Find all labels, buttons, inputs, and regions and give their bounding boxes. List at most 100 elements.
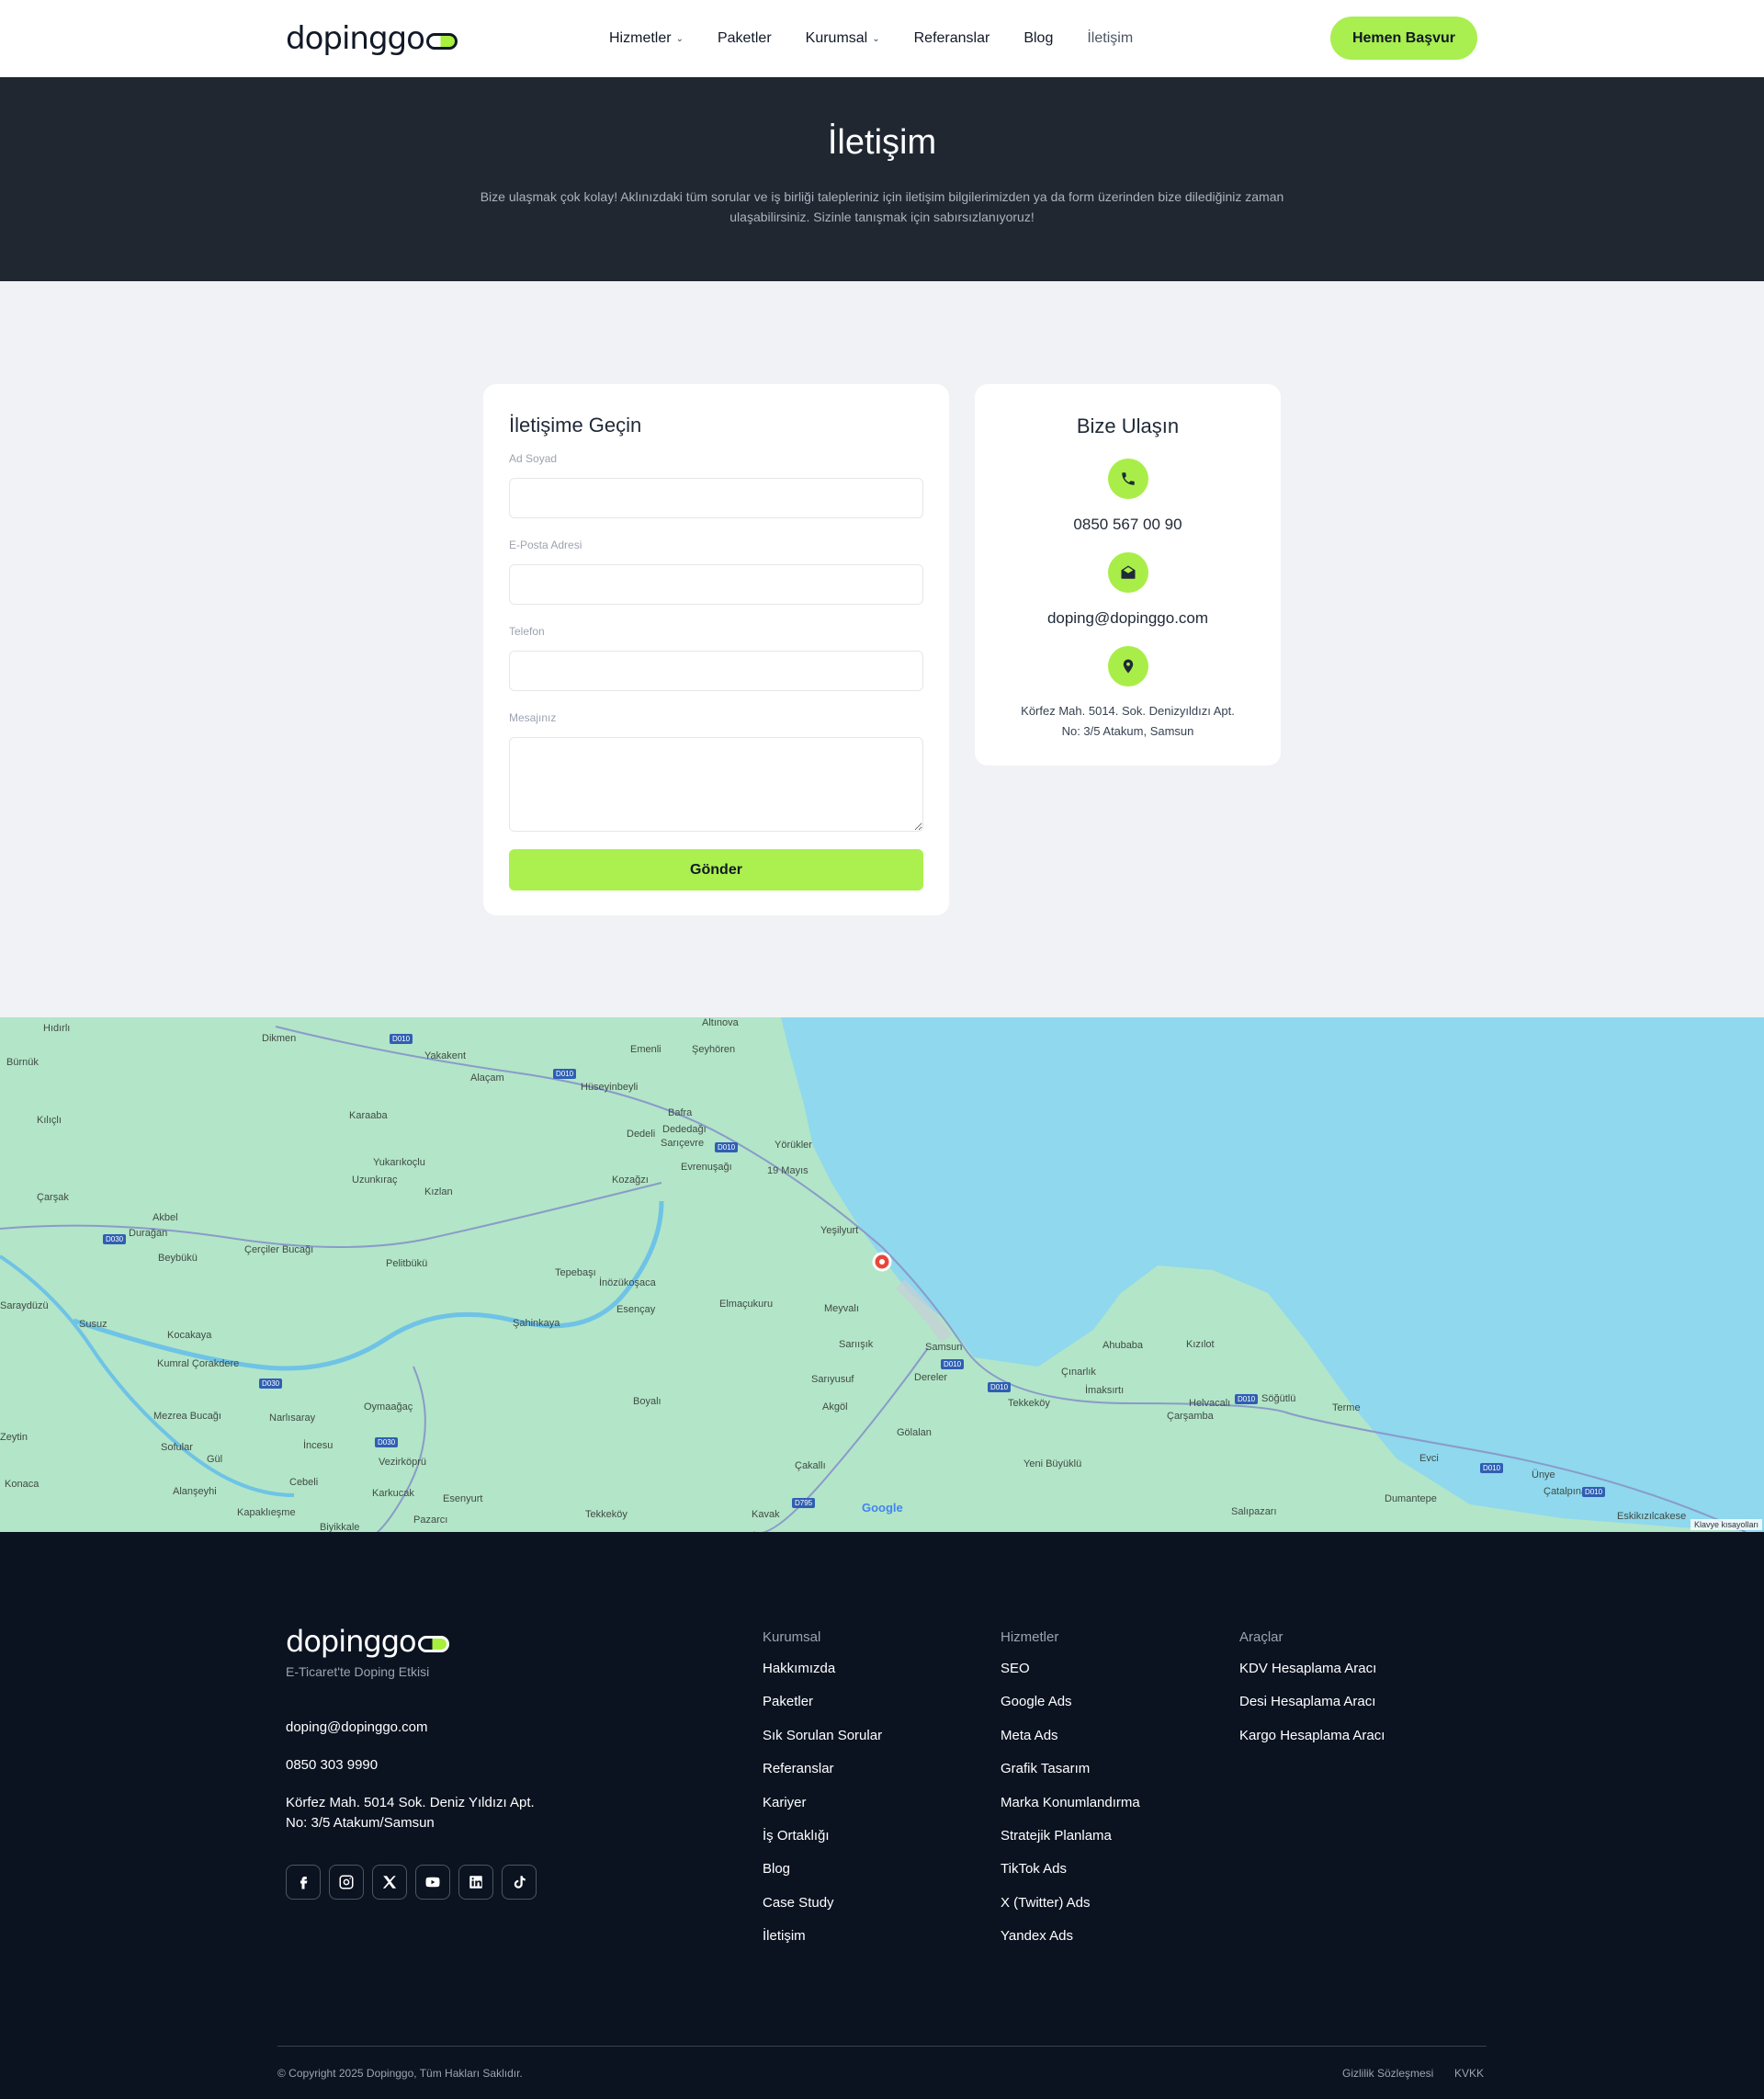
- footer-link[interactable]: Paketler: [763, 1694, 882, 1727]
- footer-link[interactable]: KDV Hesaplama Aracı: [1239, 1661, 1385, 1694]
- facebook-icon[interactable]: [286, 1865, 321, 1900]
- footer-link[interactable]: Kariyer: [763, 1795, 882, 1828]
- nav-label: Blog: [1023, 30, 1054, 46]
- map-label: Kızılot: [1186, 1339, 1215, 1350]
- phone-input[interactable]: [509, 651, 923, 691]
- form-title: İletişime Geçin: [509, 414, 642, 437]
- footer-link[interactable]: Case Study: [763, 1895, 882, 1928]
- nav-referanslar[interactable]: Referanslar: [914, 30, 990, 47]
- map-label: Bafra: [668, 1107, 693, 1118]
- linkedin-icon[interactable]: [458, 1865, 493, 1900]
- map-label: Zeytin: [0, 1432, 28, 1443]
- name-input[interactable]: [509, 478, 923, 518]
- map-label: Yörükler: [775, 1140, 812, 1151]
- map-label: Pazarcı: [413, 1515, 448, 1526]
- map-label: Yukarıkoçlu: [373, 1157, 425, 1168]
- footer-link[interactable]: Yandex Ads: [1001, 1928, 1140, 1961]
- tiktok-icon[interactable]: [502, 1865, 537, 1900]
- footer-link[interactable]: Hakkımızda: [763, 1661, 882, 1694]
- footer-email[interactable]: doping@dopinggo.com: [286, 1717, 428, 1738]
- footer-link[interactable]: Grafik Tasarım: [1001, 1761, 1140, 1794]
- map-label: Alanşeyhi: [173, 1486, 217, 1497]
- map-label: Gül: [207, 1454, 223, 1465]
- footer-link[interactable]: Marka Konumlandırma: [1001, 1795, 1140, 1828]
- footer-link[interactable]: Kargo Hesaplama Aracı: [1239, 1728, 1385, 1761]
- contact-address-line2: No: 3/5 Atakum, Samsun: [1061, 724, 1194, 738]
- map-label: Çakallı: [795, 1460, 826, 1471]
- footer-column-hizmetler: Hizmetler SEO Google Ads Meta Ads Grafik…: [1001, 1629, 1140, 1962]
- footer-link[interactable]: Stratejik Planlama: [1001, 1828, 1140, 1861]
- map-label: Hıdırlı: [43, 1023, 71, 1034]
- road-badge-d795: D795: [792, 1498, 816, 1508]
- road-badge-d030: D030: [103, 1234, 127, 1244]
- footer-link[interactable]: Meta Ads: [1001, 1728, 1140, 1761]
- contact-phone[interactable]: 0850 567 00 90: [975, 516, 1281, 534]
- youtube-icon[interactable]: [415, 1865, 450, 1900]
- instagram-icon[interactable]: [329, 1865, 364, 1900]
- map-label: Beybükü: [158, 1253, 198, 1264]
- nav-label: Hizmetler: [609, 30, 672, 46]
- contact-form-card: İletişime Geçin Ad Soyad E-Posta Adresi …: [483, 384, 949, 915]
- map-label: Yeşilyurt: [820, 1225, 859, 1236]
- submit-button[interactable]: Gönder: [509, 849, 923, 891]
- road-badge-d030: D030: [375, 1437, 399, 1447]
- footer-phone[interactable]: 0850 303 9990: [286, 1754, 378, 1776]
- footer-logo[interactable]: dopinggo: [286, 1624, 449, 1659]
- kvkk-link[interactable]: KVKK: [1454, 2067, 1484, 2080]
- footer-tagline: E-Ticaret'te Doping Etkisi: [286, 1664, 430, 1679]
- phone-icon: [1107, 459, 1148, 499]
- map-label: Kozağzı: [612, 1174, 649, 1186]
- road-badge-d010: D010: [988, 1382, 1012, 1392]
- map-label: Çerçiler Bucağı: [244, 1244, 314, 1255]
- map-label: Akbel: [153, 1212, 178, 1223]
- footer-divider: [277, 2046, 1487, 2047]
- nav-iletisim[interactable]: İletişim: [1087, 30, 1133, 47]
- map-label: Samsun: [925, 1342, 963, 1353]
- footer-link[interactable]: İş Ortaklığı: [763, 1828, 882, 1861]
- site-footer: dopinggo E-Ticaret'te Doping Etkisi dopi…: [0, 1532, 1764, 2099]
- google-logo: Google: [862, 1501, 903, 1515]
- footer-link[interactable]: TikTok Ads: [1001, 1861, 1140, 1894]
- footer-address-line2: No: 3/5 Atakum/Samsun: [286, 1815, 435, 1831]
- nav-hizmetler[interactable]: Hizmetler ⌄: [609, 30, 684, 47]
- map-label: Çarşamba: [1167, 1411, 1214, 1422]
- nav-label: Referanslar: [913, 30, 990, 46]
- privacy-link[interactable]: Gizlilik Sözleşmesi: [1342, 2067, 1433, 2080]
- contact-address-line1: Körfez Mah. 5014. Sok. Denizyıldızı Apt.: [1021, 704, 1235, 718]
- contact-email[interactable]: doping@dopinggo.com: [975, 609, 1281, 628]
- map-label: İnözükoşaca: [599, 1277, 656, 1288]
- location-map[interactable]: Altınova Dikmen Hıdırlı Yakakent Emenli …: [0, 1017, 1764, 1532]
- footer-link[interactable]: Referanslar: [763, 1761, 882, 1794]
- nav-paketler[interactable]: Paketler: [718, 30, 772, 47]
- apply-now-button[interactable]: Hemen Başvur: [1330, 17, 1477, 60]
- map-label: Yakakent: [424, 1050, 467, 1061]
- map-label: Susuz: [79, 1319, 107, 1330]
- envelope-icon: [1107, 552, 1148, 593]
- map-label: Ünye: [1532, 1469, 1555, 1481]
- footer-link[interactable]: Desi Hesaplama Aracı: [1239, 1694, 1385, 1727]
- footer-link[interactable]: Sık Sorulan Sorular: [763, 1728, 882, 1761]
- map-label: Boyalı: [633, 1396, 662, 1407]
- map-label: Şeyhören: [692, 1044, 736, 1055]
- footer-link[interactable]: Blog: [763, 1861, 882, 1894]
- email-input[interactable]: [509, 564, 923, 605]
- map-label: Kavak: [752, 1509, 780, 1520]
- footer-link[interactable]: Google Ads: [1001, 1694, 1140, 1727]
- road-badge-d010: D010: [1480, 1463, 1504, 1473]
- map-label: Eskikızılcakese: [1617, 1511, 1687, 1522]
- nav-kurumsal[interactable]: Kurumsal ⌄: [806, 30, 880, 47]
- footer-column-title: Hizmetler: [1001, 1629, 1059, 1645]
- map-label: Bürnük: [6, 1057, 39, 1068]
- phone-label: Telefon: [509, 625, 545, 638]
- footer-link[interactable]: X (Twitter) Ads: [1001, 1895, 1140, 1928]
- footer-link[interactable]: SEO: [1001, 1661, 1140, 1694]
- message-textarea[interactable]: [509, 737, 923, 832]
- x-icon[interactable]: [372, 1865, 407, 1900]
- keyboard-shortcuts-link[interactable]: Klavye kısayolları: [1690, 1519, 1762, 1530]
- copyright-text: © Copyright 2025 Dopinggo, Tüm Hakları S…: [277, 2067, 523, 2080]
- road-badge-d010: D010: [1235, 1394, 1259, 1404]
- main-nav: Hizmetler ⌄ Paketler Kurumsal ⌄ Referansla…: [609, 26, 1167, 51]
- nav-blog[interactable]: Blog: [1023, 30, 1053, 47]
- footer-link[interactable]: İletişim: [763, 1928, 882, 1961]
- site-logo[interactable]: dopinggo: [286, 20, 458, 57]
